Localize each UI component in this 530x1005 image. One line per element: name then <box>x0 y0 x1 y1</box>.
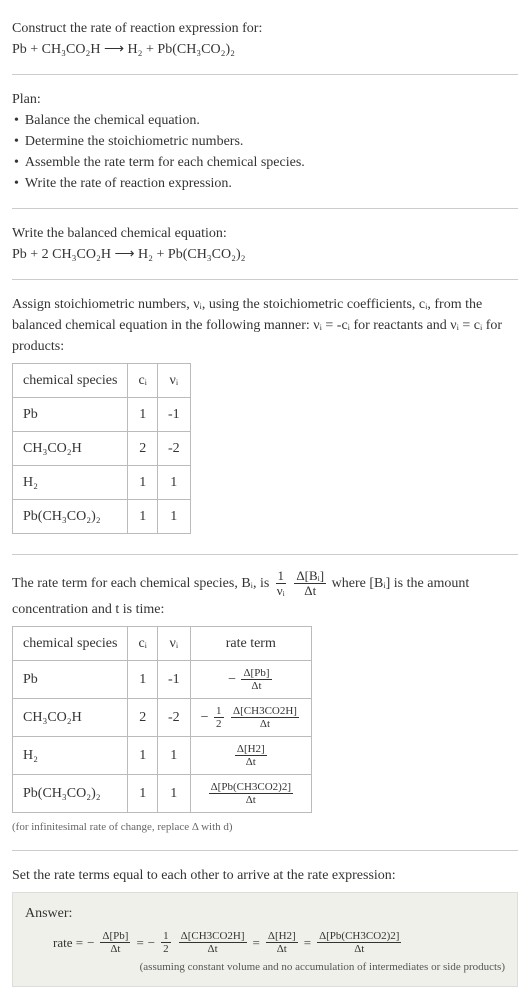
construct-text: Construct the rate of reaction expressio… <box>12 18 518 39</box>
fraction: Δ[Pb]Δt <box>241 667 271 692</box>
table-row: H₂ 1 1 <box>13 466 191 500</box>
final-section: Set the rate terms equal to each other t… <box>12 857 518 995</box>
answer-label: Answer: <box>25 903 505 924</box>
col-rate: rate term <box>190 626 311 660</box>
bullet-icon: • <box>14 131 19 152</box>
plan-list: •Balance the chemical equation. •Determi… <box>12 110 518 194</box>
rate-label: rate = <box>53 933 83 953</box>
fraction: Δ[Bᵢ]Δt <box>294 569 326 599</box>
answer-box: Answer: rate = − Δ[Pb]Δt = − 12 Δ[CH3CO2… <box>12 892 518 987</box>
divider <box>12 279 518 280</box>
fraction: Δ[H2]Δt <box>235 743 267 768</box>
balanced-section: Write the balanced chemical equation: Pb… <box>12 215 518 273</box>
stoich-section: Assign stoichiometric numbers, νᵢ, using… <box>12 286 518 548</box>
rate-term-table: chemical species cᵢ νᵢ rate term Pb 1 -1… <box>12 626 312 814</box>
plan-item: •Assemble the rate term for each chemica… <box>14 152 518 173</box>
answer-note: (assuming constant volume and no accumul… <box>25 959 505 976</box>
divider <box>12 208 518 209</box>
plan-item: •Determine the stoichiometric numbers. <box>14 131 518 152</box>
table-row: CH₃CO₂H 2 -2 <box>13 432 191 466</box>
divider <box>12 850 518 851</box>
rate-term-intro: The rate term for each chemical species,… <box>12 569 518 620</box>
fraction: 12 <box>214 705 224 730</box>
unbalanced-equation: Pb + CH₃CO₂H ⟶ H₂ + Pb(CH₃CO₂)₂ <box>12 39 518 60</box>
col-species: chemical species <box>13 364 128 398</box>
bullet-icon: • <box>14 173 19 194</box>
bullet-icon: • <box>14 110 19 131</box>
col-ci: cᵢ <box>128 364 158 398</box>
rate-expression: − Δ[Pb]Δt <box>190 660 311 698</box>
balanced-intro: Write the balanced chemical equation: <box>12 223 518 244</box>
stoich-intro: Assign stoichiometric numbers, νᵢ, using… <box>12 294 518 357</box>
stoich-table: chemical species cᵢ νᵢ Pb 1 -1 CH₃CO₂H 2… <box>12 363 191 534</box>
divider <box>12 74 518 75</box>
fraction: Δ[H2]Δt <box>266 930 298 955</box>
rate-expression: − 12 Δ[CH3CO2H]Δt <box>190 698 311 736</box>
table-row: Pb(CH₃CO₂)₂ 1 1 <box>13 500 191 534</box>
balanced-equation: Pb + 2 CH₃CO₂H ⟶ H₂ + Pb(CH₃CO₂)₂ <box>12 244 518 265</box>
plan-item: •Write the rate of reaction expression. <box>14 173 518 194</box>
fraction: Δ[CH3CO2H]Δt <box>231 705 299 730</box>
col-species: chemical species <box>13 626 128 660</box>
table-header-row: chemical species cᵢ νᵢ <box>13 364 191 398</box>
rate-term-section: The rate term for each chemical species,… <box>12 561 518 844</box>
table-row: Pb(CH₃CO₂)₂ 1 1 Δ[Pb(CH3CO2)2]Δt <box>13 775 312 813</box>
plan-title: Plan: <box>12 89 518 110</box>
col-vi: νᵢ <box>157 626 190 660</box>
fraction: 12 <box>161 930 171 955</box>
fraction: Δ[CH3CO2H]Δt <box>179 930 247 955</box>
bullet-icon: • <box>14 152 19 173</box>
rate-equation: rate = − Δ[Pb]Δt = − 12 Δ[CH3CO2H]Δt = Δ… <box>25 930 505 955</box>
fraction: Δ[Pb]Δt <box>100 930 130 955</box>
plan-item: •Balance the chemical equation. <box>14 110 518 131</box>
table-row: Pb 1 -1 − Δ[Pb]Δt <box>13 660 312 698</box>
rate-expression: Δ[H2]Δt <box>190 736 311 774</box>
fraction: 1νᵢ <box>275 569 287 599</box>
table-row: CH₃CO₂H 2 -2 − 12 Δ[CH3CO2H]Δt <box>13 698 312 736</box>
col-ci: cᵢ <box>128 626 158 660</box>
table-row: Pb 1 -1 <box>13 398 191 432</box>
col-vi: νᵢ <box>157 364 190 398</box>
rate-expression: Δ[Pb(CH3CO2)2]Δt <box>190 775 311 813</box>
divider <box>12 554 518 555</box>
header-section: Construct the rate of reaction expressio… <box>12 10 518 68</box>
infinitesimal-note: (for infinitesimal rate of change, repla… <box>12 819 518 836</box>
final-intro: Set the rate terms equal to each other t… <box>12 865 518 886</box>
table-header-row: chemical species cᵢ νᵢ rate term <box>13 626 312 660</box>
table-row: H₂ 1 1 Δ[H2]Δt <box>13 736 312 774</box>
fraction: Δ[Pb(CH3CO2)2]Δt <box>317 930 401 955</box>
plan-section: Plan: •Balance the chemical equation. •D… <box>12 81 518 202</box>
fraction: Δ[Pb(CH3CO2)2]Δt <box>209 781 293 806</box>
